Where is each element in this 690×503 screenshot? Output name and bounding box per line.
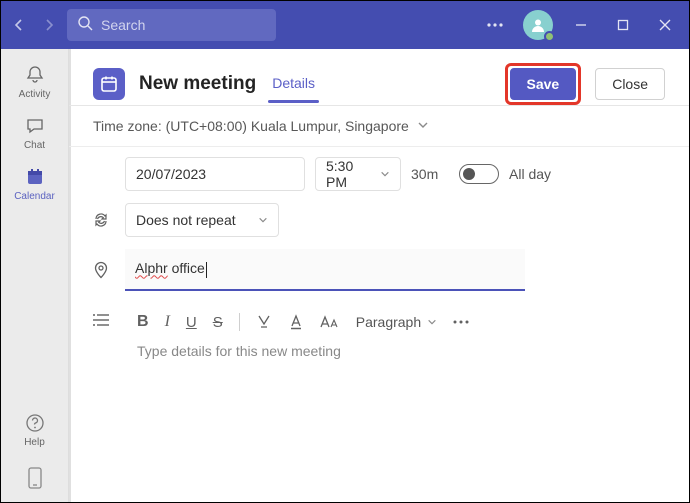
editor-body[interactable]: Type details for this new meeting [125,337,525,457]
timezone-label: Time zone: (UTC+08:00) Kuala Lumpur, Sin… [93,118,409,134]
close-window-button[interactable] [647,7,683,43]
more-button[interactable] [477,7,513,43]
rail-help[interactable]: Help [1,403,69,454]
search-icon [77,15,93,36]
paragraph-select[interactable]: Paragraph [356,314,437,330]
location-text-rest: office [168,260,205,276]
location-row: Alphr office [87,249,671,291]
chevron-down-icon [417,118,429,134]
duration-label: 30m [411,166,449,182]
strike-button[interactable]: S [213,314,223,331]
calendar-badge-icon [93,68,125,100]
separator [239,313,240,331]
timezone-row[interactable]: Time zone: (UTC+08:00) Kuala Lumpur, Sin… [69,106,689,147]
form-area: 20/07/2023 5:30 PM 30m All day Does not … [69,147,689,457]
app-rail: Activity Chat Calendar Help [1,49,69,502]
details-row: B I U S Paragraph [87,303,671,457]
time-select[interactable]: 5:30 PM [315,157,401,191]
device-icon [23,466,47,490]
repeat-value: Does not repeat [136,212,236,228]
close-button[interactable]: Close [595,68,665,100]
repeat-icon [87,211,115,229]
rail-label: Chat [24,140,45,151]
underline-button[interactable]: U [186,314,197,331]
main-panel: New meeting Details Save Close Time zone… [69,49,689,502]
location-field[interactable]: Alphr office [125,249,525,291]
toggle-knob [463,168,475,180]
rail-chat[interactable]: Chat [1,106,69,157]
location-icon [87,261,115,279]
titlebar [1,1,689,49]
rail-label: Activity [19,89,51,100]
location-text-misspelled: Alphr [135,260,168,276]
date-field[interactable]: 20/07/2023 [125,157,305,191]
bold-button[interactable]: B [137,313,149,331]
save-highlight: Save [505,63,582,105]
forward-button[interactable] [37,11,61,39]
calendar-icon [23,165,47,189]
description-icon [87,303,115,327]
save-button[interactable]: Save [510,68,577,100]
chevron-down-icon [258,212,268,228]
rail-label: Help [24,437,45,448]
help-icon [23,411,47,435]
page-header: New meeting Details Save Close [69,49,689,105]
chat-icon [23,114,47,138]
maximize-button[interactable] [605,7,641,43]
bell-icon [23,63,47,87]
allday-label: All day [509,166,551,182]
paragraph-label: Paragraph [356,314,421,330]
font-size-button[interactable] [320,315,340,329]
toolbar-more-button[interactable] [453,320,469,324]
chevron-down-icon [380,166,390,182]
highlight-button[interactable] [256,314,272,330]
rail-device[interactable] [1,458,69,494]
rail-label: Calendar [14,191,55,202]
avatar[interactable] [523,10,553,40]
repeat-row: Does not repeat [87,203,671,237]
allday-toggle[interactable] [459,164,499,184]
presence-badge [544,31,555,42]
date-value: 20/07/2023 [136,166,206,182]
tab-details[interactable]: Details [270,65,317,103]
back-button[interactable] [7,11,31,39]
rail-activity[interactable]: Activity [1,55,69,106]
text-cursor [206,262,207,278]
font-color-button[interactable] [288,314,304,330]
editor-placeholder: Type details for this new meeting [137,343,341,359]
italic-button[interactable]: I [165,313,170,331]
page-title: New meeting [139,73,256,95]
minimize-button[interactable] [563,7,599,43]
repeat-select[interactable]: Does not repeat [125,203,279,237]
search-box[interactable] [67,9,276,41]
editor[interactable]: B I U S Paragraph [125,303,525,457]
rail-calendar[interactable]: Calendar [1,157,69,208]
datetime-row: 20/07/2023 5:30 PM 30m All day [87,157,671,191]
editor-toolbar: B I U S Paragraph [125,303,525,337]
time-value: 5:30 PM [326,158,372,190]
search-input[interactable] [101,17,266,33]
